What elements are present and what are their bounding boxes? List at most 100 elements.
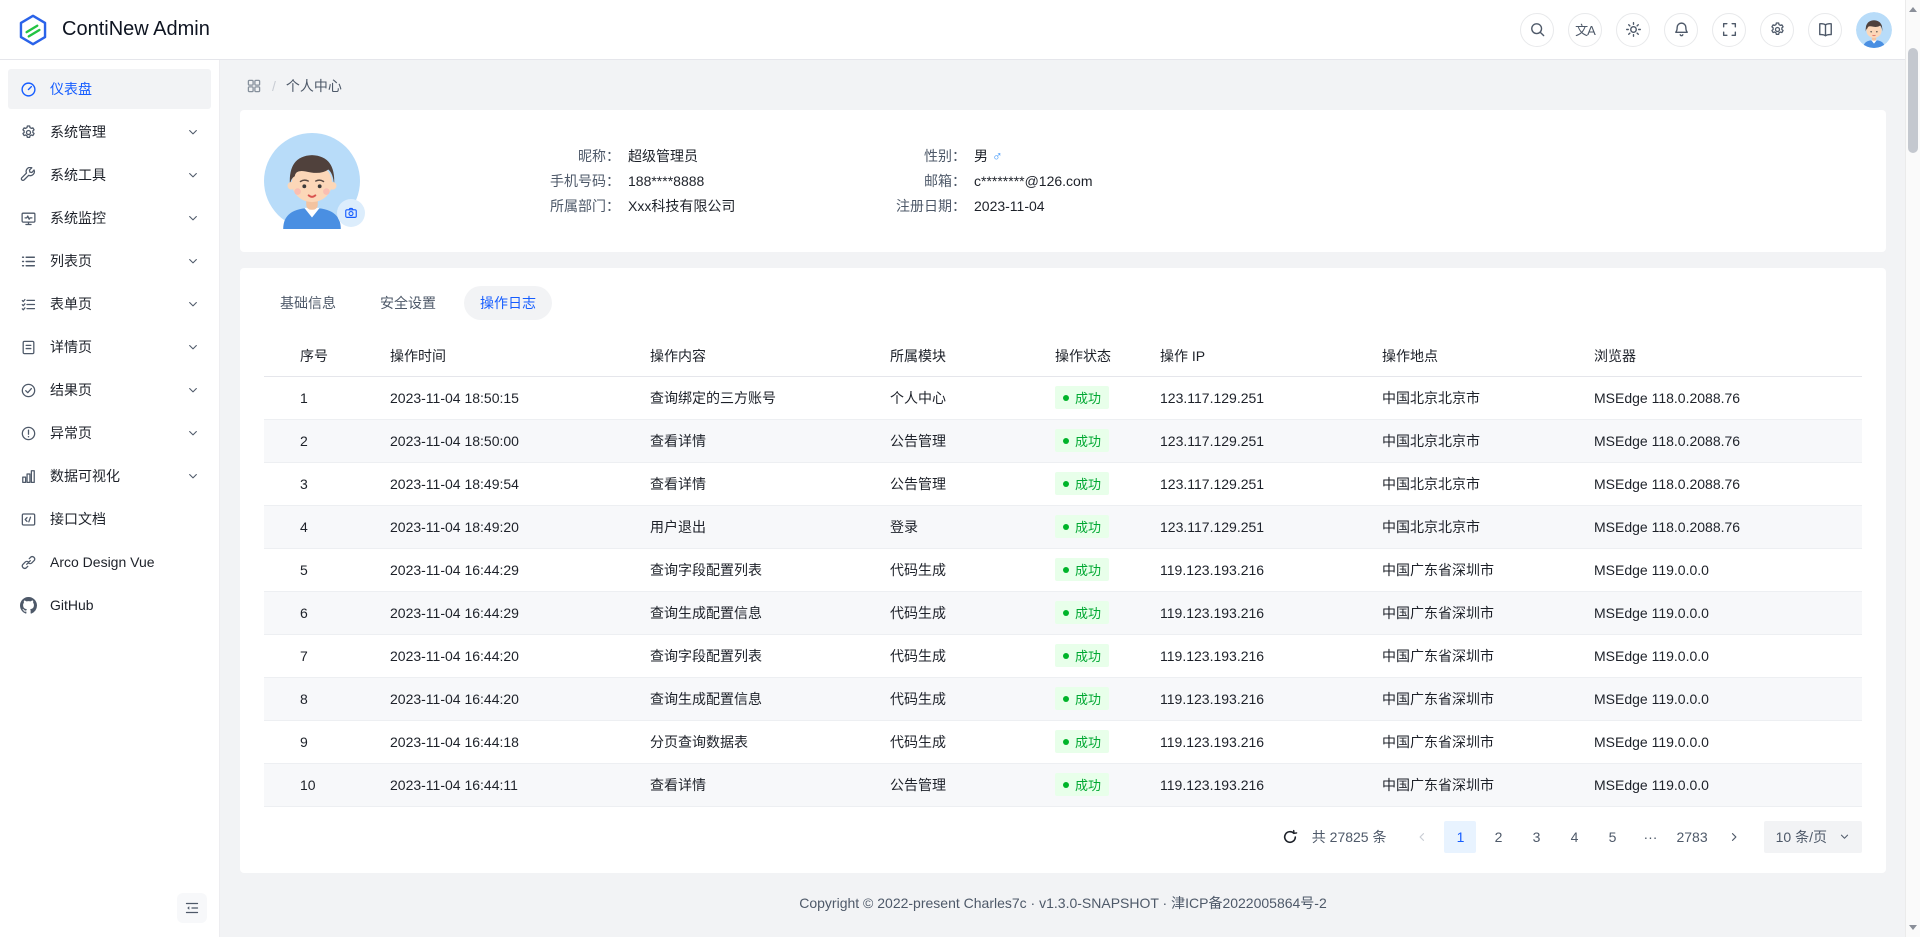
sidebar-item-form-page[interactable]: 表单页 xyxy=(8,284,211,324)
status-cell: 成功 xyxy=(1039,548,1144,591)
change-avatar-button[interactable] xyxy=(337,199,365,227)
table-cell: 7 xyxy=(264,634,374,677)
table-cell: 123.117.129.251 xyxy=(1144,419,1366,462)
github-icon xyxy=(20,597,37,614)
table-cell: 中国广东省深圳市 xyxy=(1366,720,1578,763)
refresh-icon xyxy=(1282,829,1298,845)
theme-button[interactable] xyxy=(1616,13,1650,47)
chevron-down-icon xyxy=(187,255,199,267)
docs-button[interactable] xyxy=(1808,13,1842,47)
page-number-2[interactable]: 2 xyxy=(1482,821,1514,853)
gender-value: 男♂ xyxy=(974,146,1093,166)
notification-button[interactable] xyxy=(1664,13,1698,47)
fullscreen-icon xyxy=(1721,21,1738,38)
table-cell: 2023-11-04 16:44:11 xyxy=(374,763,634,806)
profile-card: 昵称： 超级管理员 性别： 男♂ 手机号码： 188****8888 邮箱： c… xyxy=(240,110,1886,252)
page-number-1[interactable]: 1 xyxy=(1444,821,1476,853)
breadcrumb: / 个人中心 xyxy=(240,60,1886,110)
search-icon xyxy=(1529,21,1546,38)
refresh-button[interactable] xyxy=(1278,825,1302,849)
previous-page-button[interactable] xyxy=(1406,821,1438,853)
gear-icon xyxy=(20,124,37,141)
sidebar-item-system-tools[interactable]: 系统工具 xyxy=(8,155,211,195)
sidebar-item-list-page[interactable]: 列表页 xyxy=(8,241,211,281)
sidebar-item-result-page[interactable]: 结果页 xyxy=(8,370,211,410)
translate-icon: 文A xyxy=(1575,20,1595,39)
settings-button[interactable] xyxy=(1760,13,1794,47)
search-button[interactable] xyxy=(1520,13,1554,47)
chevron-down-icon xyxy=(1839,831,1850,842)
status-cell: 成功 xyxy=(1039,634,1144,677)
sidebar-item-detail-page[interactable]: 详情页 xyxy=(8,327,211,367)
sidebar-item-github[interactable]: GitHub xyxy=(8,585,211,625)
sidebar-item-dashboard[interactable]: 仪表盘 xyxy=(8,69,211,109)
table-cell: MSEdge 119.0.0.0 xyxy=(1578,763,1862,806)
vertical-scrollbar[interactable] xyxy=(1905,0,1920,937)
sidebar: 仪表盘 系统管理 系统工具 系统监控 xyxy=(0,60,220,937)
tab-operation-log[interactable]: 操作日志 xyxy=(464,286,552,320)
gear-icon xyxy=(1769,21,1786,38)
scrollbar-thumb[interactable] xyxy=(1908,48,1918,153)
user-avatar[interactable] xyxy=(1856,12,1892,48)
tab-security-settings[interactable]: 安全设置 xyxy=(364,286,452,320)
status-cell: 成功 xyxy=(1039,720,1144,763)
sidebar-item-api-docs[interactable]: 接口文档 xyxy=(8,499,211,539)
footer-copyright: Copyright © 2022-present Charles7c · v1.… xyxy=(240,873,1886,929)
table-cell: 查看详情 xyxy=(634,763,874,806)
sidebar-item-data-visualization[interactable]: 数据可视化 xyxy=(8,456,211,496)
status-badge: 成功 xyxy=(1055,601,1109,624)
pagination-ellipsis[interactable]: ··· xyxy=(1634,821,1666,853)
scroll-down-arrow[interactable] xyxy=(1906,920,1920,935)
translate-button[interactable]: 文A xyxy=(1568,13,1602,47)
status-badge: 成功 xyxy=(1055,515,1109,538)
status-cell: 成功 xyxy=(1039,591,1144,634)
table-cell: MSEdge 119.0.0.0 xyxy=(1578,677,1862,720)
status-cell: 成功 xyxy=(1039,505,1144,548)
header-actions: 文A xyxy=(1520,12,1892,48)
table-row: 42023-11-04 18:49:20用户退出登录成功123.117.129.… xyxy=(264,505,1862,548)
page-number-3[interactable]: 3 xyxy=(1520,821,1552,853)
field-label: 所属部门： xyxy=(480,196,620,216)
field-label: 昵称： xyxy=(480,146,620,166)
page-number-4[interactable]: 4 xyxy=(1558,821,1590,853)
table-cell: 119.123.193.216 xyxy=(1144,677,1366,720)
sidebar-item-arco-design-vue[interactable]: Arco Design Vue xyxy=(8,542,211,582)
apps-grid-icon[interactable] xyxy=(246,78,262,94)
table-cell: MSEdge 118.0.2088.76 xyxy=(1578,505,1862,548)
tab-basic-info[interactable]: 基础信息 xyxy=(264,286,352,320)
status-cell: 成功 xyxy=(1039,677,1144,720)
next-page-button[interactable] xyxy=(1718,821,1750,853)
table-cell: 4 xyxy=(264,505,374,548)
sidebar-collapse-button[interactable] xyxy=(177,893,207,923)
page-size-select[interactable]: 10 条/页 xyxy=(1764,821,1862,853)
code-icon xyxy=(20,511,37,528)
sidebar-item-system-monitor[interactable]: 系统监控 xyxy=(8,198,211,238)
table-cell: MSEdge 119.0.0.0 xyxy=(1578,591,1862,634)
status-cell: 成功 xyxy=(1039,419,1144,462)
chevron-down-icon xyxy=(187,169,199,181)
scroll-up-arrow[interactable] xyxy=(1906,2,1920,17)
status-dot-icon xyxy=(1063,524,1069,530)
table-row: 52023-11-04 16:44:29查询字段配置列表代码生成成功119.12… xyxy=(264,548,1862,591)
fullscreen-button[interactable] xyxy=(1712,13,1746,47)
page-number-2783[interactable]: 2783 xyxy=(1672,821,1711,853)
table-cell: 中国北京北京市 xyxy=(1366,505,1578,548)
table-row: 12023-11-04 18:50:15查询绑定的三方账号个人中心成功123.1… xyxy=(264,376,1862,419)
bell-icon xyxy=(1673,21,1690,38)
status-badge: 成功 xyxy=(1055,687,1109,710)
table-cell: 查询绑定的三方账号 xyxy=(634,376,874,419)
check-circle-icon xyxy=(20,382,37,399)
table-cell: 123.117.129.251 xyxy=(1144,376,1366,419)
pagination: 共 27825 条 12345···2783 10 条/页 xyxy=(264,821,1862,853)
page-number-5[interactable]: 5 xyxy=(1596,821,1628,853)
tabs-card: 基础信息 安全设置 操作日志 序号 操作时间 操作内容 所属模块 操作状态 操作… xyxy=(240,268,1886,873)
table-cell: 中国北京北京市 xyxy=(1366,419,1578,462)
table-cell: 代码生成 xyxy=(874,591,1039,634)
dashboard-icon xyxy=(20,81,37,98)
sidebar-item-exception-page[interactable]: 异常页 xyxy=(8,413,211,453)
table-cell: 119.123.193.216 xyxy=(1144,720,1366,763)
sidebar-item-system-management[interactable]: 系统管理 xyxy=(8,112,211,152)
table-cell: MSEdge 118.0.2088.76 xyxy=(1578,462,1862,505)
table-cell: 2023-11-04 16:44:20 xyxy=(374,634,634,677)
status-dot-icon xyxy=(1063,438,1069,444)
